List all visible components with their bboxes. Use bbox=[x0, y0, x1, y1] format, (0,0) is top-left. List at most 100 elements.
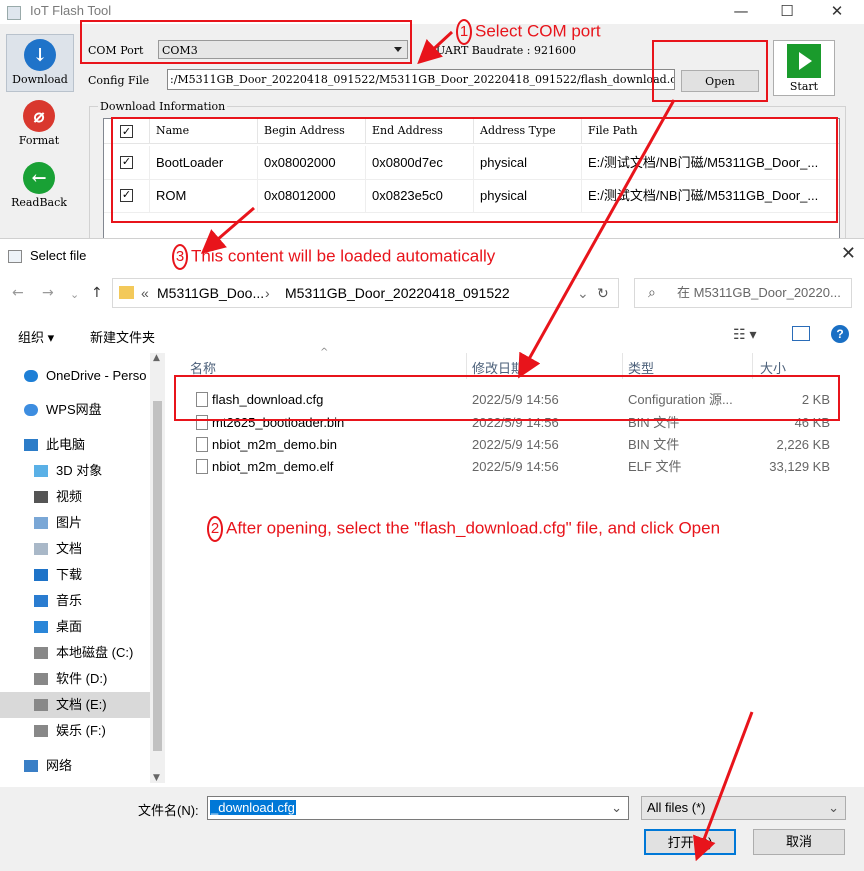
nav-label: 此电脑 bbox=[46, 437, 86, 452]
file-type-filter[interactable]: All files (*) ⌄ bbox=[641, 796, 846, 820]
organize-menu[interactable]: 组织 ▾ bbox=[18, 327, 54, 346]
nav-item-documents[interactable]: 文档 bbox=[0, 536, 150, 562]
nav-item-drive-e[interactable]: 文档 (E:) bbox=[0, 692, 150, 718]
preview-pane-icon[interactable] bbox=[792, 326, 810, 341]
filename-input[interactable]: _download.cfg ⌄ bbox=[207, 796, 629, 820]
breadcrumb-separator: › bbox=[265, 285, 270, 301]
new-folder-button[interactable]: 新建文件夹 bbox=[90, 327, 155, 346]
view-options-icon[interactable]: ☷ ▾ bbox=[733, 326, 756, 343]
drive-icon bbox=[34, 699, 48, 711]
annotation-box-cfg-file bbox=[174, 375, 840, 421]
config-file-label: Config File bbox=[88, 74, 150, 87]
nav-item-wps[interactable]: WPS网盘 bbox=[0, 397, 150, 423]
annotation-3-text: This content will be loaded automaticall… bbox=[191, 246, 496, 266]
annotation-1-text: Select COM port bbox=[475, 21, 601, 41]
nav-item-desktop[interactable]: 桌面 bbox=[0, 614, 150, 640]
address-dropdown-icon[interactable]: ⌄ bbox=[577, 279, 589, 307]
format-button[interactable]: ⌀ Format bbox=[6, 96, 72, 152]
nav-label: 网络 bbox=[46, 758, 73, 773]
up-arrow-icon[interactable]: ↑ bbox=[91, 285, 103, 301]
nav-label: 文档 bbox=[56, 541, 83, 556]
annotation-2: 2 After opening, select the "flash_downlo… bbox=[207, 516, 720, 542]
nav-item-drive-c[interactable]: 本地磁盘 (C:) bbox=[0, 640, 150, 666]
filename-dropdown-icon[interactable]: ⌄ bbox=[611, 797, 622, 819]
recent-chevron-icon[interactable]: ⌄ bbox=[70, 288, 79, 301]
annotation-3: 3 This content will be loaded automatical… bbox=[172, 244, 495, 270]
minimize-icon[interactable]: — bbox=[718, 0, 764, 24]
uart-baudrate-label: UART Baudrate : 921600 bbox=[436, 44, 577, 57]
app-icon bbox=[7, 6, 21, 20]
nav-label: 娱乐 (F:) bbox=[56, 723, 106, 738]
tool-title: IoT Flash Tool bbox=[30, 3, 112, 18]
annotation-1-number: 1 bbox=[456, 19, 472, 45]
annotation-1: 1 Select COM port bbox=[456, 19, 601, 45]
cloud-icon bbox=[24, 404, 38, 416]
tool-sidebar: ↓ Download ⌀ Format ← ReadBack bbox=[0, 28, 78, 245]
scroll-up-icon[interactable]: ▲ bbox=[153, 353, 160, 363]
navigation-pane: OneDrive - Perso WPS网盘 此电脑 3D 对象 视频 图片 文… bbox=[0, 353, 165, 783]
nav-item-videos[interactable]: 视频 bbox=[0, 484, 150, 510]
scroll-thumb[interactable] bbox=[153, 401, 162, 751]
annotation-2-text: After opening, select the "flash_downloa… bbox=[226, 518, 721, 538]
download-icon bbox=[34, 569, 48, 581]
config-file-path[interactable]: :/M5311GB_Door_20220418_091522/M5311GB_D… bbox=[167, 69, 675, 90]
dialog-close-icon[interactable]: ✕ bbox=[841, 243, 856, 264]
file-date: 2022/5/9 14:56 bbox=[472, 459, 559, 474]
nav-item-drive-f[interactable]: 娱乐 (F:) bbox=[0, 718, 150, 744]
download-label: Download bbox=[12, 73, 68, 86]
drive-icon bbox=[34, 673, 48, 685]
readback-label: ReadBack bbox=[11, 196, 67, 209]
folder-icon bbox=[119, 286, 134, 299]
readback-button[interactable]: ← ReadBack bbox=[6, 158, 72, 214]
file-type: ELF 文件 bbox=[628, 459, 682, 474]
nav-item-3d-objects[interactable]: 3D 对象 bbox=[0, 458, 150, 484]
close-icon[interactable]: ✕ bbox=[814, 0, 860, 24]
back-arrow-icon[interactable]: ← bbox=[12, 285, 24, 301]
nav-item-network[interactable]: 网络 bbox=[0, 753, 150, 779]
breadcrumb-parent[interactable]: M5311GB_Doo... bbox=[157, 279, 264, 307]
open-file-button[interactable]: 打开(O) bbox=[644, 829, 736, 855]
download-button[interactable]: ↓ Download bbox=[6, 34, 74, 92]
start-button[interactable]: Start bbox=[773, 40, 835, 96]
play-icon bbox=[787, 44, 821, 78]
drive-icon bbox=[34, 647, 48, 659]
nav-item-music[interactable]: 音乐 bbox=[0, 588, 150, 614]
annotation-box-open bbox=[652, 40, 768, 102]
drive-icon bbox=[34, 725, 48, 737]
maximize-icon[interactable]: ☐ bbox=[764, 0, 810, 24]
forward-arrow-icon[interactable]: → bbox=[42, 285, 54, 301]
file-icon bbox=[196, 459, 208, 474]
nav-item-onedrive[interactable]: OneDrive - Perso bbox=[0, 363, 150, 389]
annotation-2-number: 2 bbox=[207, 516, 223, 542]
eraser-icon: ⌀ bbox=[23, 100, 55, 132]
address-bar[interactable]: « M5311GB_Doo... › M5311GB_Door_20220418… bbox=[112, 278, 619, 308]
navigation-scrollbar[interactable]: ▲ ▼ bbox=[150, 353, 165, 783]
refresh-icon[interactable]: ↻ bbox=[597, 279, 609, 307]
breadcrumb-current[interactable]: M5311GB_Door_20220418_091522 bbox=[285, 279, 510, 307]
breadcrumb-overflow[interactable]: « bbox=[141, 279, 149, 307]
nav-item-this-pc[interactable]: 此电脑 bbox=[0, 432, 150, 458]
scroll-down-icon[interactable]: ▼ bbox=[153, 773, 160, 783]
start-label: Start bbox=[789, 80, 819, 93]
search-input[interactable]: 在 M5311GB_Door_20220... bbox=[634, 278, 852, 308]
filter-value: All files (*) bbox=[647, 800, 706, 815]
help-icon[interactable]: ? bbox=[831, 325, 849, 343]
desktop-icon bbox=[34, 621, 48, 633]
file-name: nbiot_m2m_demo.bin bbox=[212, 437, 338, 452]
file-row[interactable]: nbiot_m2m_demo.elf 2022/5/9 14:56 ELF 文件… bbox=[170, 456, 850, 478]
computer-icon bbox=[24, 439, 38, 451]
document-icon bbox=[34, 543, 48, 555]
search-icon: ⌕ bbox=[648, 285, 656, 301]
nav-item-drive-d[interactable]: 软件 (D:) bbox=[0, 666, 150, 692]
filename-label: 文件名(N): bbox=[138, 803, 199, 818]
file-name: nbiot_m2m_demo.elf bbox=[212, 459, 334, 474]
nav-label: WPS网盘 bbox=[46, 402, 102, 417]
film-icon bbox=[34, 491, 48, 503]
nav-item-downloads[interactable]: 下载 bbox=[0, 562, 150, 588]
cancel-button[interactable]: 取消 bbox=[753, 829, 845, 855]
file-list-scrollbar[interactable] bbox=[850, 353, 864, 783]
nav-item-pictures[interactable]: 图片 bbox=[0, 510, 150, 536]
nav-label: 软件 (D:) bbox=[56, 671, 108, 686]
file-row[interactable]: nbiot_m2m_demo.bin 2022/5/9 14:56 BIN 文件… bbox=[170, 434, 850, 456]
filter-dropdown-icon: ⌄ bbox=[828, 800, 839, 815]
